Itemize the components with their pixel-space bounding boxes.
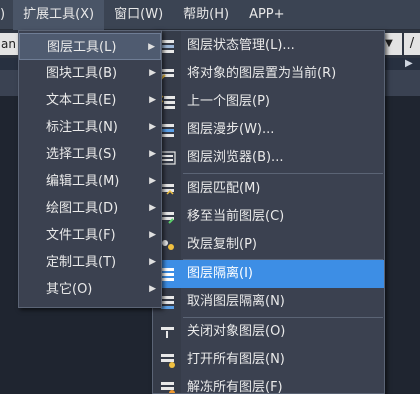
menu-item-thaw-all-layers[interactable]: 解冻所有图层(F) [153, 374, 384, 394]
extension-tools-menu: 图层工具(L) ▶ 图块工具(B) ▶ 文本工具(E) ▶ 标注工具(N) ▶ … [18, 30, 162, 308]
submenu-arrow-icon: ▶ [148, 42, 155, 52]
menu-item-selection-tools[interactable]: 选择工具(S) ▶ [19, 141, 161, 168]
submenu-arrow-icon: ▶ [149, 176, 156, 186]
menu-item-label: 图层浏览器(B)... [187, 150, 284, 165]
menu-item-all-layers-on[interactable]: 打开所有图层(N) [153, 346, 384, 374]
menu-item-extension-tools[interactable]: 扩展工具(X) [13, 0, 105, 30]
menu-item-text-tools[interactable]: 文本工具(E) ▶ [19, 87, 161, 114]
menu-item-label: 图层匹配(M) [187, 181, 261, 196]
menu-item-label: 解冻所有图层(F) [187, 380, 283, 394]
submenu-arrow-icon: ▶ [149, 203, 156, 213]
menu-item-label: 上一个图层(P) [187, 94, 270, 109]
menu-item-label: 绘图工具(D) [46, 201, 119, 216]
all-layers-on-icon [161, 354, 175, 368]
menu-item-label: 文本工具(E) [46, 93, 117, 108]
menu-item-label: 图层工具(L) [47, 40, 117, 55]
menu-item-edit-tools[interactable]: 编辑工具(M) ▶ [19, 168, 161, 195]
menu-item-layer-walk[interactable]: 图层漫步(W)... [153, 116, 384, 144]
submenu-arrow-icon: ▶ [149, 230, 156, 240]
menu-item-label: 图块工具(B) [46, 66, 118, 81]
menu-item-app-plus[interactable]: APP+ [239, 0, 294, 30]
submenu-arrow-icon: ▶ [149, 284, 156, 294]
menu-item-label: 图层状态管理(L)... [187, 38, 295, 53]
menu-item-label: 将对象的图层置为当前(R) [187, 66, 337, 81]
menu-item-draw-tools[interactable]: 绘图工具(D) ▶ [19, 195, 161, 222]
menu-item-label: 选择工具(S) [46, 147, 117, 162]
menu-item-help[interactable]: 帮助(H) [173, 0, 239, 30]
layer-name-field[interactable]: an [0, 33, 18, 55]
menu-item-label: 图层漫步(W)... [187, 122, 275, 137]
menu-item-label: 标注工具(N) [46, 120, 118, 135]
menu-item-label: 取消图层隔离(N) [187, 294, 285, 309]
menu-bar: ) 扩展工具(X) 窗口(W) 帮助(H) APP+ [0, 0, 420, 30]
layer-tools-submenu: 图层状态管理(L)... 将对象的图层置为当前(R) 上一个图层(P) 图层漫步… [152, 30, 385, 394]
submenu-arrow-icon: ▶ [149, 149, 156, 159]
menu-item-label: 改层复制(P) [187, 237, 257, 252]
menu-item-file-tools[interactable]: 文件工具(F) ▶ [19, 222, 161, 249]
menu-item-copy-to-layer[interactable]: 改层复制(P) [153, 231, 384, 259]
layer-off-icon [161, 327, 174, 338]
menu-item-layer-isolate[interactable]: 图层隔离(I) [153, 260, 384, 288]
menu-item-label: 文件工具(F) [46, 228, 116, 243]
menu-item-label: 关闭对象图层(O) [187, 324, 286, 339]
menu-item-label: 移至当前图层(C) [187, 209, 285, 224]
menu-item-label: 打开所有图层(N) [187, 352, 285, 367]
menu-item-layer-state-manager[interactable]: 图层状态管理(L)... [153, 32, 384, 60]
submenu-arrow-icon: ▶ [149, 122, 156, 132]
submenu-arrow-icon: ▶ [149, 68, 156, 78]
menu-item-dimension-tools[interactable]: 标注工具(N) ▶ [19, 114, 161, 141]
menu-item-label: 编辑工具(M) [46, 174, 120, 189]
chevron-right-icon[interactable]: ▶ [405, 58, 413, 70]
menu-item-label: 定制工具(T) [46, 255, 117, 270]
menu-item-layer-browser[interactable]: 图层浏览器(B)... [153, 144, 384, 172]
toolbar-line-button[interactable]: / [404, 33, 420, 55]
menu-item-partial[interactable]: ) [0, 0, 13, 30]
submenu-arrow-icon: ▶ [149, 95, 156, 105]
menu-item-layer-unisolate[interactable]: 取消图层隔离(N) [153, 288, 384, 316]
menu-item-move-to-current-layer[interactable]: 移至当前图层(C) [153, 203, 384, 231]
menu-item-layer-tools[interactable]: 图层工具(L) ▶ [19, 33, 161, 60]
menu-item-window[interactable]: 窗口(W) [104, 0, 173, 30]
menu-item-label: 图层隔离(I) [187, 266, 253, 281]
menu-item-block-tools[interactable]: 图块工具(B) ▶ [19, 60, 161, 87]
menu-item-customize-tools[interactable]: 定制工具(T) ▶ [19, 249, 161, 276]
menu-item-label: 其它(O) [46, 282, 93, 297]
menu-item-layer-match[interactable]: 图层匹配(M) [153, 175, 384, 203]
menu-item-make-object-layer-current[interactable]: 将对象的图层置为当前(R) [153, 60, 384, 88]
menu-separator [183, 173, 383, 174]
menu-item-other[interactable]: 其它(O) ▶ [19, 276, 161, 303]
menu-item-layer-off[interactable]: 关闭对象图层(O) [153, 318, 384, 346]
submenu-arrow-icon: ▶ [149, 257, 156, 267]
menu-item-layer-previous[interactable]: 上一个图层(P) [153, 88, 384, 116]
thaw-all-layers-icon [161, 382, 175, 393]
